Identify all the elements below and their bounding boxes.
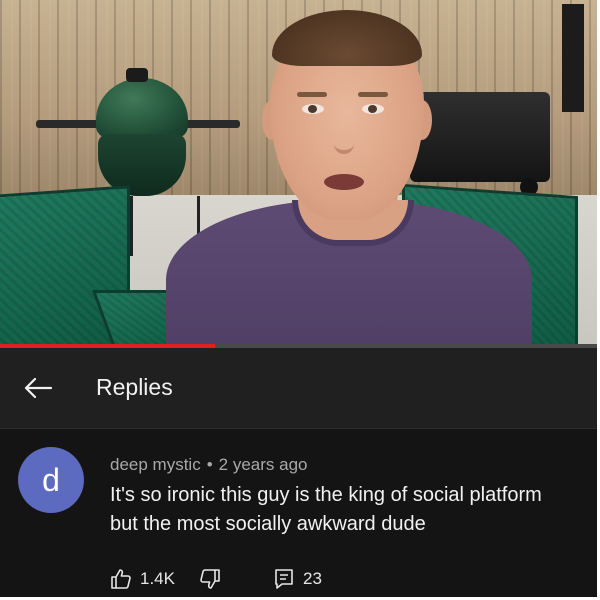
- comment-text: It's so ironic this guy is the king of s…: [110, 481, 597, 539]
- video-player[interactable]: [0, 0, 597, 348]
- person-eye-right: [362, 104, 384, 114]
- comment-text-line: It's so ironic this guy is the king of s…: [110, 484, 542, 506]
- like-count: 1.4K: [140, 569, 175, 588]
- person-brow-left: [297, 92, 327, 97]
- person-nose: [334, 112, 354, 154]
- arrow-left-icon[interactable]: [20, 370, 56, 406]
- meta-separator: •: [206, 455, 213, 474]
- reply-button[interactable]: 23: [273, 568, 322, 590]
- like-button[interactable]: 1.4K: [110, 568, 175, 590]
- avatar[interactable]: d: [18, 447, 84, 513]
- replies-header: Replies: [0, 348, 597, 429]
- comment-author[interactable]: deep mystic: [110, 455, 201, 474]
- comment-time: 2 years ago: [218, 455, 308, 474]
- smoker-chimney: [562, 4, 584, 112]
- page-title: Replies: [96, 374, 173, 400]
- comment-text-line: but the most socially awkward dude: [110, 513, 426, 535]
- comment-meta: deep mystic • 2 years ago: [110, 455, 308, 475]
- person-mouth: [324, 174, 364, 190]
- person-eye-left: [302, 104, 324, 114]
- thumbs-down-icon: [199, 568, 221, 590]
- avatar-letter: d: [42, 461, 60, 498]
- reply-count: 23: [302, 569, 322, 588]
- reply-comment-icon: [273, 568, 295, 590]
- smoker-body: [410, 92, 550, 182]
- dislike-button[interactable]: [199, 568, 221, 590]
- person-brow-right: [358, 92, 388, 97]
- thumbs-up-icon: [110, 568, 132, 590]
- comment-item: d deep mystic • 2 years ago It's so ironic…: [0, 429, 597, 597]
- app-frame: Replies d deep mystic • 2 years ago It's s…: [0, 0, 597, 597]
- comment-actions: 1.4K 23: [110, 567, 322, 591]
- grill-vent: [126, 68, 148, 82]
